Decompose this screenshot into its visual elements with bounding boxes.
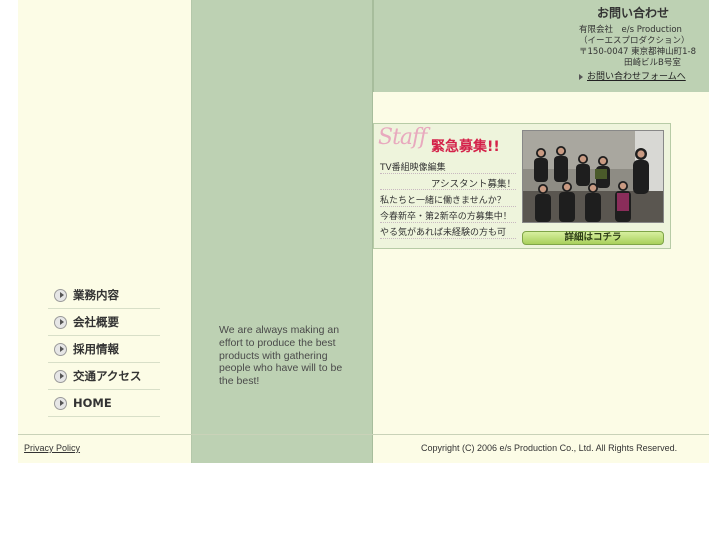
staff-logo: Staff — [378, 125, 427, 150]
arrow-bullet-icon — [54, 315, 67, 329]
contact-title: お問い合わせ — [597, 6, 670, 20]
arrow-bullet-icon — [54, 342, 67, 356]
nav-item-services[interactable]: 業務内容 — [48, 282, 160, 309]
staff-line-1: TV番組映像編集 — [380, 160, 516, 174]
contact-box: お問い合わせ 有限会社 e/s Production （イーエスプロダクション）… — [373, 0, 709, 92]
copyright-text: Copyright (C) 2006 e/s Production Co., L… — [421, 443, 678, 453]
nav-item-company[interactable]: 会社概要 — [48, 309, 160, 336]
staff-line-2: アシスタント募集！ — [380, 176, 516, 190]
arrow-bullet-icon — [54, 369, 67, 383]
staff-line-5: やる気があれば未経験の方も可 — [380, 225, 516, 239]
address-line-2: 田崎ビルB号室 — [624, 58, 681, 68]
contact-form-link[interactable]: お問い合わせフォームへ — [579, 69, 686, 82]
tagline-text: We are always making an effort to produc… — [219, 324, 343, 388]
footer-divider — [18, 434, 709, 435]
arrow-bullet-icon — [54, 396, 67, 410]
staff-line-4: 今春新卒・第2新卒の方募集中！ — [380, 209, 516, 223]
nav-item-label: 交通アクセス — [73, 369, 142, 383]
urgent-recruit-heading: 緊急募集!! — [431, 139, 500, 155]
nav-item-label: 会社概要 — [73, 315, 119, 329]
contact-form-link-label: お問い合わせフォームへ — [587, 72, 686, 82]
nav-item-access[interactable]: 交通アクセス — [48, 363, 160, 390]
nav-item-label: 採用情報 — [73, 342, 119, 356]
main-nav: 業務内容 会社概要 採用情報 交通アクセス HOME — [48, 282, 160, 417]
details-button[interactable]: 詳細はコチラ — [522, 231, 664, 245]
staff-photo-image — [523, 131, 663, 222]
nav-item-recruit[interactable]: 採用情報 — [48, 336, 160, 363]
arrow-bullet-icon — [54, 288, 67, 302]
arrow-right-icon — [579, 73, 583, 80]
nav-item-label: HOME — [73, 396, 112, 410]
nav-item-label: 業務内容 — [73, 288, 119, 302]
privacy-policy-link[interactable]: Privacy Policy — [24, 443, 80, 453]
staff-line-3: 私たちと一緒に働きませんか？ — [380, 193, 516, 207]
middle-column — [192, 0, 373, 463]
staff-recruit-banner[interactable]: Staff 緊急募集!! TV番組映像編集 アシスタント募集！ 私たちと一緒に働… — [373, 123, 671, 249]
staff-group-photo — [522, 130, 664, 223]
nav-item-home[interactable]: HOME — [48, 390, 160, 417]
